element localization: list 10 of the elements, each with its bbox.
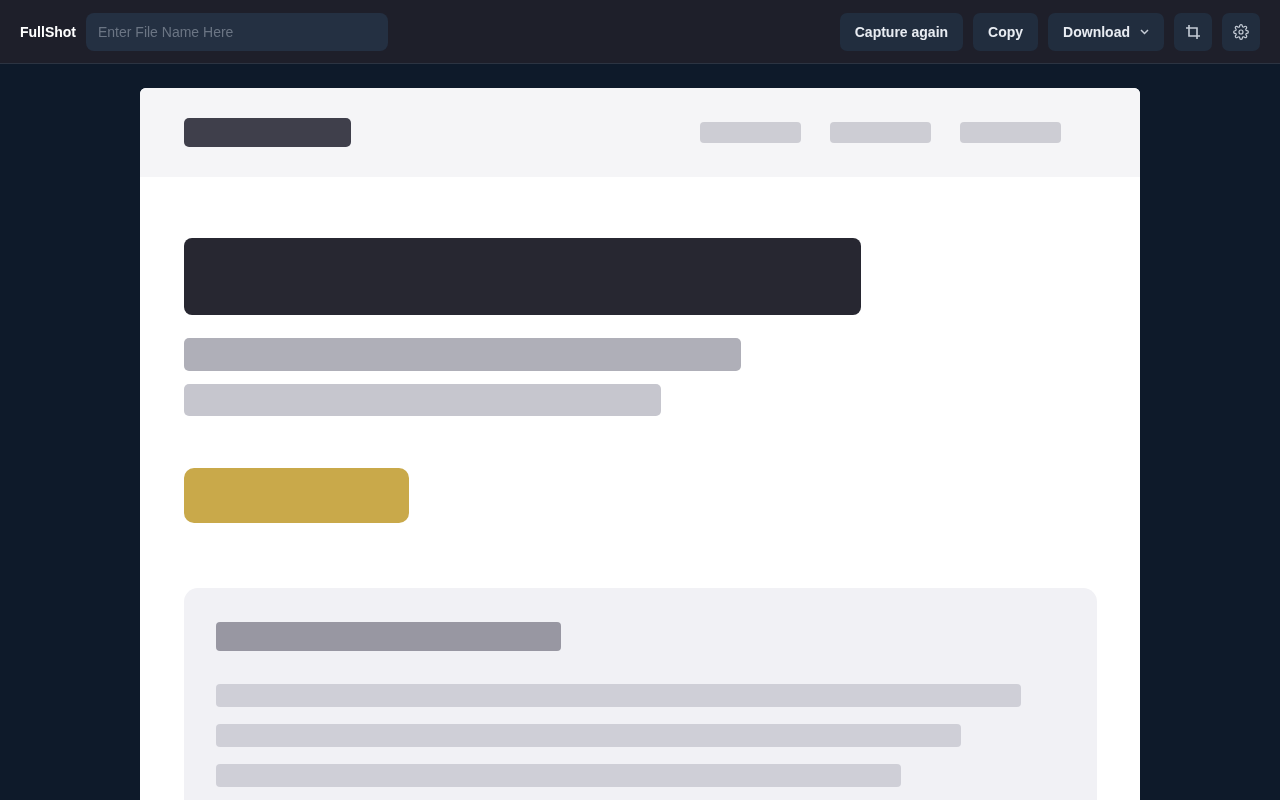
settings-button[interactable]	[1222, 12, 1260, 51]
crop-button[interactable]	[1174, 12, 1212, 51]
action-button[interactable]: Capture again	[839, 12, 964, 51]
file-name-field[interactable]: Enter File Name Here	[86, 12, 388, 51]
action-button[interactable]: Copy	[973, 12, 1039, 51]
download-button[interactable]: Download	[1048, 12, 1164, 51]
settings-icon	[1233, 23, 1249, 40]
caret-icon	[1140, 28, 1149, 35]
crop-icon	[1185, 23, 1201, 40]
app-title: FullShot	[20, 23, 76, 40]
